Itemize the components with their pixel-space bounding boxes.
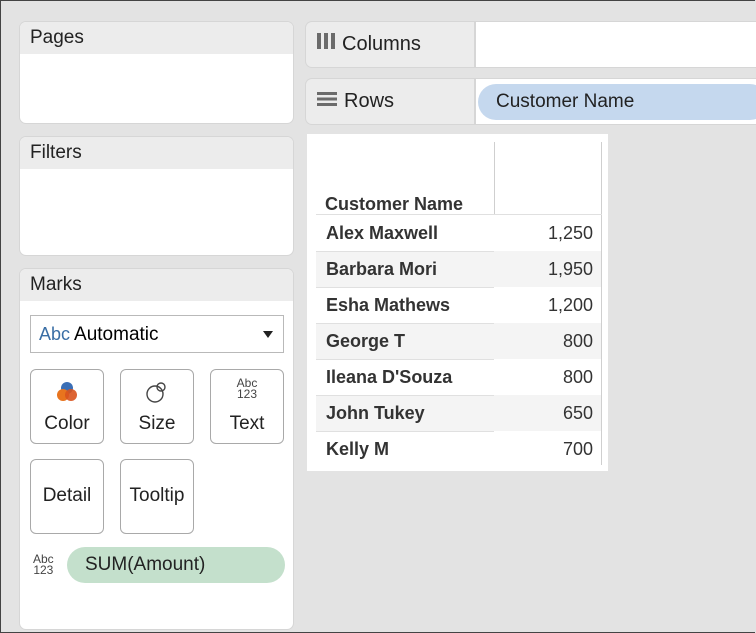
row-divider (316, 359, 494, 360)
customer-name-cell: John Tukey (326, 403, 425, 423)
table-row[interactable]: Alex Maxwell 1,250 (316, 215, 601, 251)
pages-title: Pages (20, 22, 293, 54)
text-icon: Abc 123 (211, 377, 283, 406)
customer-name-cell: George T (326, 331, 406, 351)
chevron-down-icon (263, 331, 273, 338)
pages-card[interactable]: Pages (20, 22, 293, 123)
field-type-icon-bottom: 123 (33, 563, 54, 577)
text-icon-bottom: 123 (236, 387, 258, 401)
amount-cell: 1,950 (547, 259, 593, 279)
table-row[interactable]: Esha Mathews 1,200 (316, 287, 601, 323)
amount-cell: 700 (562, 439, 593, 459)
columns-shelf-label: Columns (306, 22, 474, 67)
row-divider (316, 251, 494, 252)
row-divider (316, 395, 494, 396)
amount-cell: 800 (562, 331, 593, 351)
filters-title: Filters (20, 137, 293, 169)
mark-type-value: Automatic (74, 324, 159, 345)
columns-drop-area[interactable] (476, 22, 756, 67)
row-divider (316, 287, 494, 288)
customer-name-cell: Barbara Mori (326, 259, 438, 279)
abc-icon: Abc (39, 324, 71, 344)
marks-title: Marks (20, 269, 293, 301)
size-label: Size (138, 413, 176, 434)
table-row[interactable]: George T 800 (316, 323, 601, 359)
rows-label: Rows (344, 90, 395, 112)
amount-cell: 1,250 (547, 223, 593, 243)
tooltip-label: Tooltip (129, 485, 185, 506)
tooltip-button[interactable]: Tooltip (120, 459, 194, 534)
table-row[interactable]: Kelly M 700 (316, 431, 601, 467)
text-label: Text (229, 413, 265, 434)
size-button[interactable]: Size (120, 369, 194, 444)
column-divider-right (601, 142, 602, 465)
size-icon (121, 378, 193, 406)
amount-cell: 650 (562, 403, 593, 423)
row-divider (316, 323, 494, 324)
detail-label: Detail (42, 485, 92, 506)
rows-shelf-label: Rows (306, 79, 474, 124)
customer-name-pill[interactable]: Customer Name (478, 84, 756, 120)
row-divider (316, 431, 494, 432)
table-row[interactable]: John Tukey 650 (316, 395, 601, 431)
customer-name-cell: Alex Maxwell (326, 223, 439, 243)
filters-card[interactable]: Filters (20, 137, 293, 255)
customer-name-cell: Esha Mathews (326, 295, 451, 315)
amount-cell: 800 (562, 367, 593, 387)
columns-icon (316, 22, 336, 67)
columns-label: Columns (342, 33, 421, 55)
color-icon (31, 378, 103, 406)
mark-type-dropdown[interactable]: Abc Automatic (30, 315, 284, 353)
table-row[interactable]: Barbara Mori 1,950 (316, 251, 601, 287)
field-type-icon: Abc 123 (33, 553, 54, 577)
columns-shelf: Columns (306, 22, 756, 67)
rows-icon (316, 79, 338, 124)
color-button[interactable]: Color (30, 369, 104, 444)
table-header-customer-name: Customer Name (325, 194, 464, 214)
amount-cell: 1,200 (547, 295, 593, 315)
customer-name-cell: Ileana D'Souza (326, 367, 453, 387)
sum-amount-pill[interactable]: SUM(Amount) (67, 547, 285, 583)
table-row[interactable]: Ileana D'Souza 800 (316, 359, 601, 395)
detail-button[interactable]: Detail (30, 459, 104, 534)
customer-name-cell: Kelly M (326, 439, 390, 459)
color-label: Color (44, 413, 90, 434)
text-button[interactable]: Abc 123 Text (210, 369, 284, 444)
